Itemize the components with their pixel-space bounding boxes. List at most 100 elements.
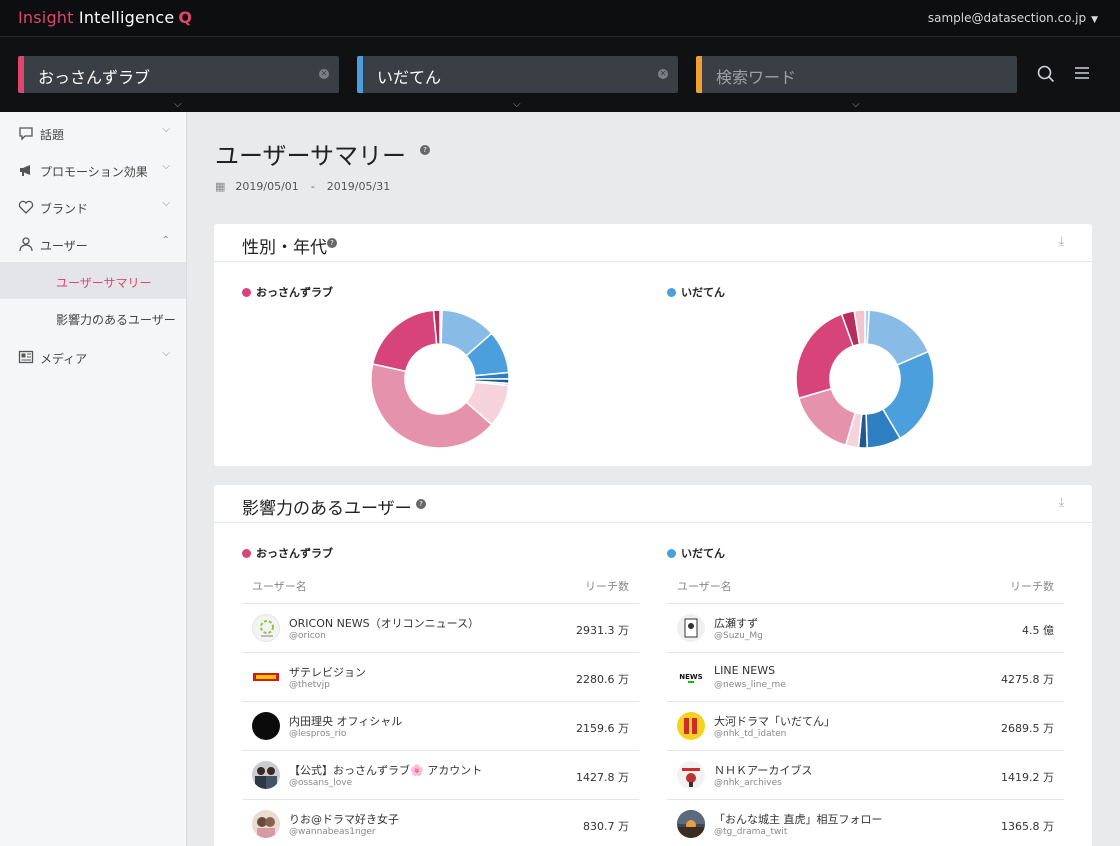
user-name: りお@ドラマ好き女子 [289, 813, 399, 826]
table-row[interactable]: 【公式】おっさんずラブ🌸 アカウント @ossans_love 1427.8 万 [242, 751, 639, 800]
sidebar-subitem-label: 影響力のあるユーザー [56, 313, 176, 327]
table-legend-1: おっさんずラブ [242, 545, 333, 561]
download-icon[interactable]: ⤓ [1059, 495, 1064, 510]
card-header: 影響力のあるユーザー ? ⤓ [214, 485, 1092, 523]
table-row[interactable]: りお@ドラマ好き女子 @wannabeas1nger 830.7 万 [242, 800, 639, 846]
chevron-down-icon[interactable]: ⌵ [513, 99, 521, 110]
chevron-down-icon: ⌵ [162, 124, 170, 135]
user-name: 大河ドラマ「いだてん」 [714, 715, 835, 728]
search-field-3[interactable]: 検索ワード ⌵ [696, 56, 1017, 110]
sidebar-item-label: ユーザー [40, 239, 88, 253]
influencers-card: 影響力のあるユーザー ? ⤓ おっさんずラブ いだてん ユーザー名 リーチ数 O… [214, 485, 1092, 846]
table-header: ユーザー名 リーチ数 [667, 566, 1064, 604]
user-icon [19, 237, 33, 252]
user-handle: @ossans_love [289, 778, 353, 788]
avatar [677, 761, 705, 789]
main-content: ユーザーサマリー ? ▦ 2019/05/01-2019/05/31 性別・年代 … [187, 112, 1120, 846]
sidebar-item-label: メディア [40, 352, 88, 366]
calendar-icon: ▦ [215, 180, 226, 193]
user-handle: @thetvjp [289, 680, 330, 690]
user-handle: @Suzu_Mg [714, 631, 763, 641]
app-logo[interactable]: Insight Intelligence Q [18, 8, 192, 27]
table-row[interactable]: 「おんな城主 直虎」相互フォロー @tg_drama_twit 1365.8 万 [667, 800, 1064, 846]
logo-q-mark: Q [178, 8, 193, 27]
legend-label: いだてん [681, 286, 725, 299]
caret-down-icon: ▼ [1091, 15, 1098, 25]
svg-text:NEWS: NEWS [679, 673, 702, 681]
table-row[interactable]: 広瀬すず @Suzu_Mg 4.5 億 [667, 604, 1064, 653]
top-bar: Insight Intelligence Q sample@datasection… [0, 0, 1120, 37]
table-row[interactable]: 大河ドラマ「いだてん」 @nhk_td_idaten 2689.5 万 [667, 702, 1064, 751]
donut-slice[interactable] [795, 313, 855, 400]
reach-value: 2159.6 万 [576, 722, 629, 735]
avatar [677, 712, 705, 740]
sidebar-item-media[interactable]: メディア ⌵ [0, 338, 186, 375]
avatar [677, 810, 705, 838]
help-icon[interactable]: ? [327, 238, 337, 248]
search-icon[interactable] [1037, 65, 1055, 83]
sidebar-subitem-influential-users[interactable]: 影響力のあるユーザー [0, 299, 186, 336]
help-icon[interactable]: ? [416, 499, 426, 509]
reach-value: 1365.8 万 [1001, 820, 1054, 833]
clear-icon[interactable]: ✕ [658, 69, 668, 79]
user-email: sample@datasection.co.jp [927, 11, 1087, 25]
chevron-up-icon: ⌃ [161, 235, 170, 246]
user-handle: @nhk_archives [714, 778, 782, 788]
sidebar-item-topics[interactable]: 話題 ⌵ [0, 114, 186, 151]
table-legend-2: いだてん [667, 545, 725, 561]
avatar [677, 614, 705, 642]
col-reach: リーチ数 [1010, 580, 1054, 593]
avatar [252, 761, 280, 789]
sidebar-subitem-label: ユーザーサマリー [56, 276, 152, 290]
table-row[interactable]: NEWS LINE NEWS @news_line_me 4275.8 万 [667, 653, 1064, 702]
col-reach: リーチ数 [585, 580, 629, 593]
sidebar-item-brand[interactable]: ブランド ⌵ [0, 188, 186, 225]
legend-dot [667, 549, 676, 558]
search-field-1[interactable]: おっさんずラブ ✕ ⌵ [18, 56, 339, 110]
user-handle: @news_line_me [714, 680, 786, 690]
search-field-2[interactable]: いだてん ✕ ⌵ [357, 56, 678, 110]
search-band: おっさんずラブ ✕ ⌵ いだてん ✕ ⌵ 検索ワード ⌵ [0, 37, 1120, 112]
legend-label: おっさんずラブ [256, 547, 333, 560]
clear-icon[interactable]: ✕ [319, 69, 329, 79]
sidebar-item-label: プロモーション効果 [40, 165, 148, 179]
search-field-color-bar [18, 56, 24, 93]
sidebar: 話題 ⌵ プロモーション効果 ⌵ ブランド ⌵ ユーザー ⌃ ユーザーサマリー … [0, 112, 187, 846]
card-header: 性別・年代 ? ⤓ [214, 224, 1092, 262]
hamburger-menu-icon[interactable] [1074, 66, 1090, 80]
table-row[interactable]: 内田理央 オフィシャル @lespros_rio 2159.6 万 [242, 702, 639, 751]
legend-label: おっさんずラブ [256, 286, 333, 299]
chevron-down-icon[interactable]: ⌵ [852, 99, 860, 110]
donut-slice[interactable] [797, 387, 857, 447]
speech-bubble-icon [19, 127, 33, 141]
user-handle: @wannabeas1nger [289, 827, 376, 837]
reach-value: 2931.3 万 [576, 624, 629, 637]
donut-slice[interactable] [371, 309, 438, 373]
donut-chart-idaten [795, 309, 935, 449]
table-row[interactable]: ザテレビジョン @thetvjp 2280.6 万 [242, 653, 639, 702]
user-name: 内田理央 オフィシャル [289, 715, 403, 728]
sidebar-subitem-user-summary[interactable]: ユーザーサマリー [0, 262, 186, 299]
sidebar-item-users[interactable]: ユーザー ⌃ [0, 225, 186, 262]
col-user-name: ユーザー名 [252, 580, 307, 593]
user-name: ＮＨＫアーカイブス [714, 764, 813, 777]
avatar [252, 712, 280, 740]
sidebar-item-label: ブランド [40, 202, 89, 216]
col-user-name: ユーザー名 [677, 580, 732, 593]
legend-dot [242, 549, 251, 558]
user-name: ORICON NEWS（オリコンニュース） [289, 617, 480, 630]
sidebar-item-promotion[interactable]: プロモーション効果 ⌵ [0, 151, 186, 188]
reach-value: 1419.2 万 [1001, 771, 1054, 784]
chevron-down-icon[interactable]: ⌵ [174, 99, 182, 110]
chart-legend-1: おっさんずラブ [242, 284, 333, 300]
table-row[interactable]: ＮＨＫアーカイブス @nhk_archives 1419.2 万 [667, 751, 1064, 800]
download-icon[interactable]: ⤓ [1059, 234, 1064, 249]
date-separator: - [310, 180, 315, 193]
user-menu[interactable]: sample@datasection.co.jp ▼ [928, 11, 1098, 25]
user-handle: @lespros_rio [289, 729, 347, 739]
user-handle: @nhk_td_idaten [714, 729, 787, 739]
table-header: ユーザー名 リーチ数 [242, 566, 639, 604]
help-icon[interactable]: ? [420, 145, 430, 155]
avatar [252, 614, 280, 642]
table-row[interactable]: ORICON NEWS（オリコンニュース） @oricon 2931.3 万 [242, 604, 639, 653]
